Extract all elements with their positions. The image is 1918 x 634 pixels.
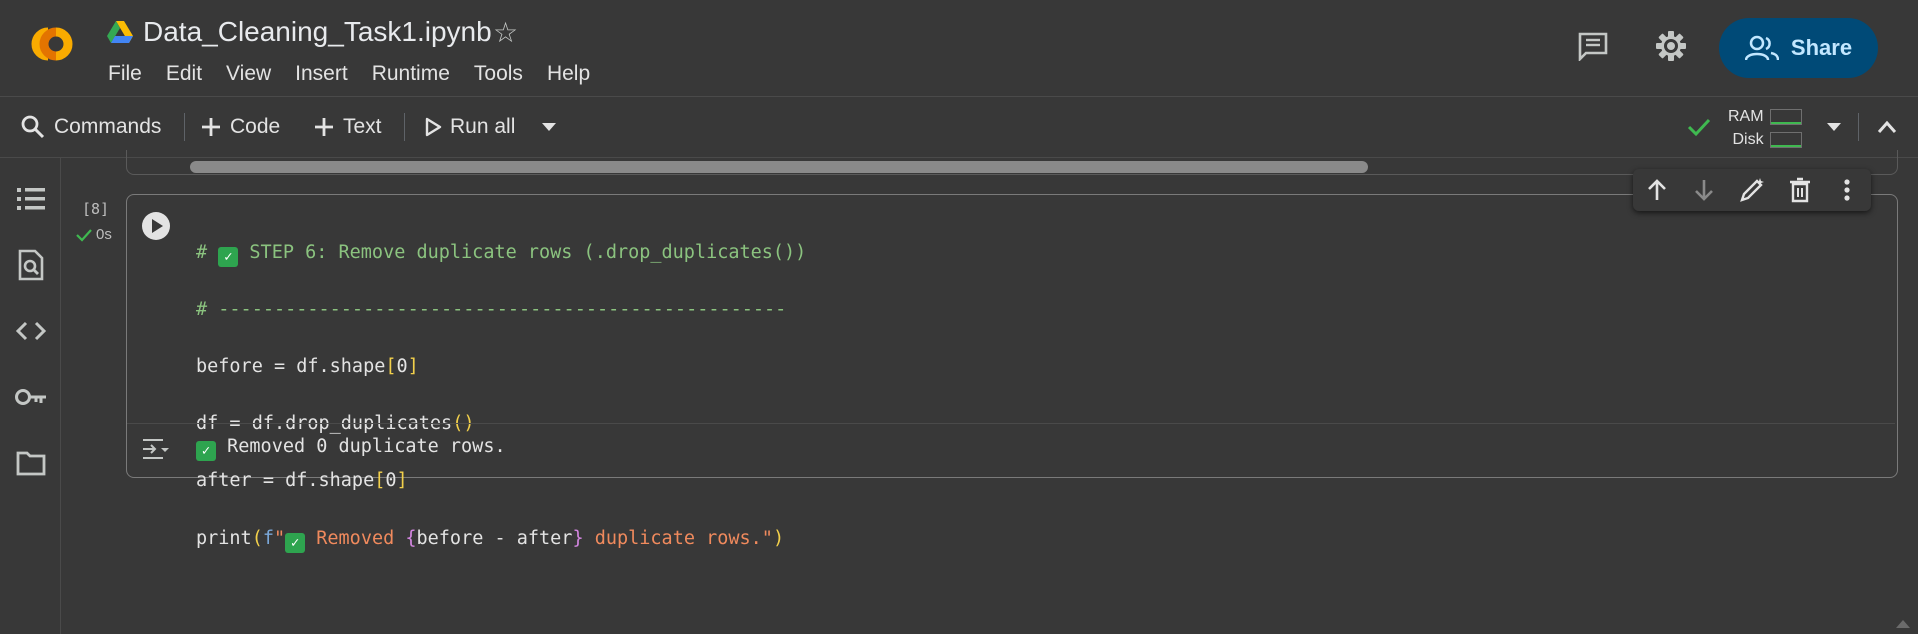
notebook-title[interactable]: Data_Cleaning_Task1.ipynb [143, 16, 492, 48]
google-drive-icon[interactable] [107, 20, 133, 44]
horizontal-scrollbar[interactable] [190, 161, 1368, 173]
commands-button[interactable]: Commands [20, 97, 161, 157]
menu-runtime[interactable]: Runtime [372, 62, 450, 86]
add-code-button[interactable]: Code [200, 97, 280, 157]
run-all-dropdown-icon[interactable] [540, 97, 558, 157]
app-header: Data_Cleaning_Task1.ipynb ☆ File Edit Vi… [0, 0, 1918, 96]
code-line: before = df.shape[0] [196, 355, 419, 377]
comment-icon[interactable] [1575, 28, 1611, 64]
toolbar-divider [404, 113, 405, 141]
move-cell-up-icon[interactable] [1633, 169, 1681, 211]
runtime-dropdown-icon[interactable] [1825, 97, 1843, 157]
code-snippets-icon[interactable] [14, 314, 48, 348]
people-icon [1744, 35, 1779, 61]
output-actions-icon[interactable] [141, 436, 171, 462]
settings-gear-icon[interactable] [1653, 28, 1689, 64]
execution-count: [8] [82, 200, 110, 218]
ram-usage-bar [1769, 108, 1802, 125]
cell-toolbar [1633, 169, 1871, 211]
secrets-key-icon[interactable] [14, 380, 48, 414]
code-line: df = df.drop_duplicates() [196, 413, 475, 435]
code-line: print(f" ✓ Removed {before - after} dupli… [196, 527, 785, 553]
share-button[interactable]: Share [1719, 18, 1878, 78]
share-label: Share [1790, 35, 1853, 60]
more-options-icon[interactable] [1823, 169, 1871, 211]
execution-status: 0s [76, 226, 112, 243]
add-text-button[interactable]: Text [313, 97, 382, 157]
cell-output-text: Removed 0 duplicate rows. [227, 436, 506, 457]
scroll-up-arrow-icon[interactable] [1896, 620, 1910, 628]
menu-tools[interactable]: Tools [474, 62, 523, 86]
code-line: # --------------------------------------… [196, 298, 787, 320]
checkmark-emoji-icon: ✓ [285, 532, 306, 553]
check-icon [76, 228, 92, 242]
plus-icon [315, 118, 333, 136]
cell-output: ✓ Removed 0 duplicate rows. [196, 436, 506, 461]
menu-edit[interactable]: Edit [166, 62, 202, 86]
star-icon[interactable]: ☆ [493, 16, 518, 50]
code-editor[interactable]: # ✓ STEP 6: Remove duplicate rows (.drop… [196, 210, 806, 582]
search-icon [21, 115, 45, 139]
output-divider [127, 423, 1895, 424]
play-icon [425, 117, 442, 137]
connected-check-icon [1686, 97, 1712, 157]
ram-label: RAM [1728, 107, 1764, 125]
collapse-toolbar-icon[interactable] [1876, 97, 1898, 157]
notebook-toolbar: Commands Code Text Run all RAM Disk [0, 97, 1918, 157]
menu-bar: File Edit View Insert Runtime Tools Help [108, 62, 614, 86]
run-all-button[interactable]: Run all [424, 97, 515, 157]
menu-view[interactable]: View [226, 62, 271, 86]
find-in-notebook-icon[interactable] [14, 248, 48, 282]
left-sidebar [0, 158, 61, 634]
code-line: after = df.shape[0] [196, 470, 408, 492]
table-of-contents-icon[interactable] [14, 182, 48, 216]
menu-file[interactable]: File [108, 62, 142, 86]
files-folder-icon[interactable] [14, 446, 48, 480]
toolbar-divider [184, 113, 185, 141]
edit-with-ai-icon[interactable] [1728, 169, 1776, 211]
move-cell-down-icon[interactable] [1681, 169, 1729, 211]
checkmark-emoji-icon: ✓ [218, 246, 239, 267]
delete-cell-icon[interactable] [1776, 169, 1824, 211]
code-line: # ✓ STEP 6: Remove duplicate rows (.drop… [196, 241, 807, 267]
resource-monitor[interactable]: RAM Disk [1728, 105, 1802, 151]
menu-insert[interactable]: Insert [295, 62, 348, 86]
plus-icon [202, 118, 220, 136]
run-cell-play-icon[interactable] [141, 211, 171, 241]
colab-logo[interactable] [20, 22, 84, 66]
checkmark-emoji-icon: ✓ [196, 441, 216, 461]
disk-label: Disk [1732, 130, 1764, 148]
disk-usage-bar [1769, 131, 1802, 148]
menu-help[interactable]: Help [547, 62, 590, 86]
toolbar-divider [1858, 113, 1859, 141]
execution-time: 0s [96, 226, 112, 243]
